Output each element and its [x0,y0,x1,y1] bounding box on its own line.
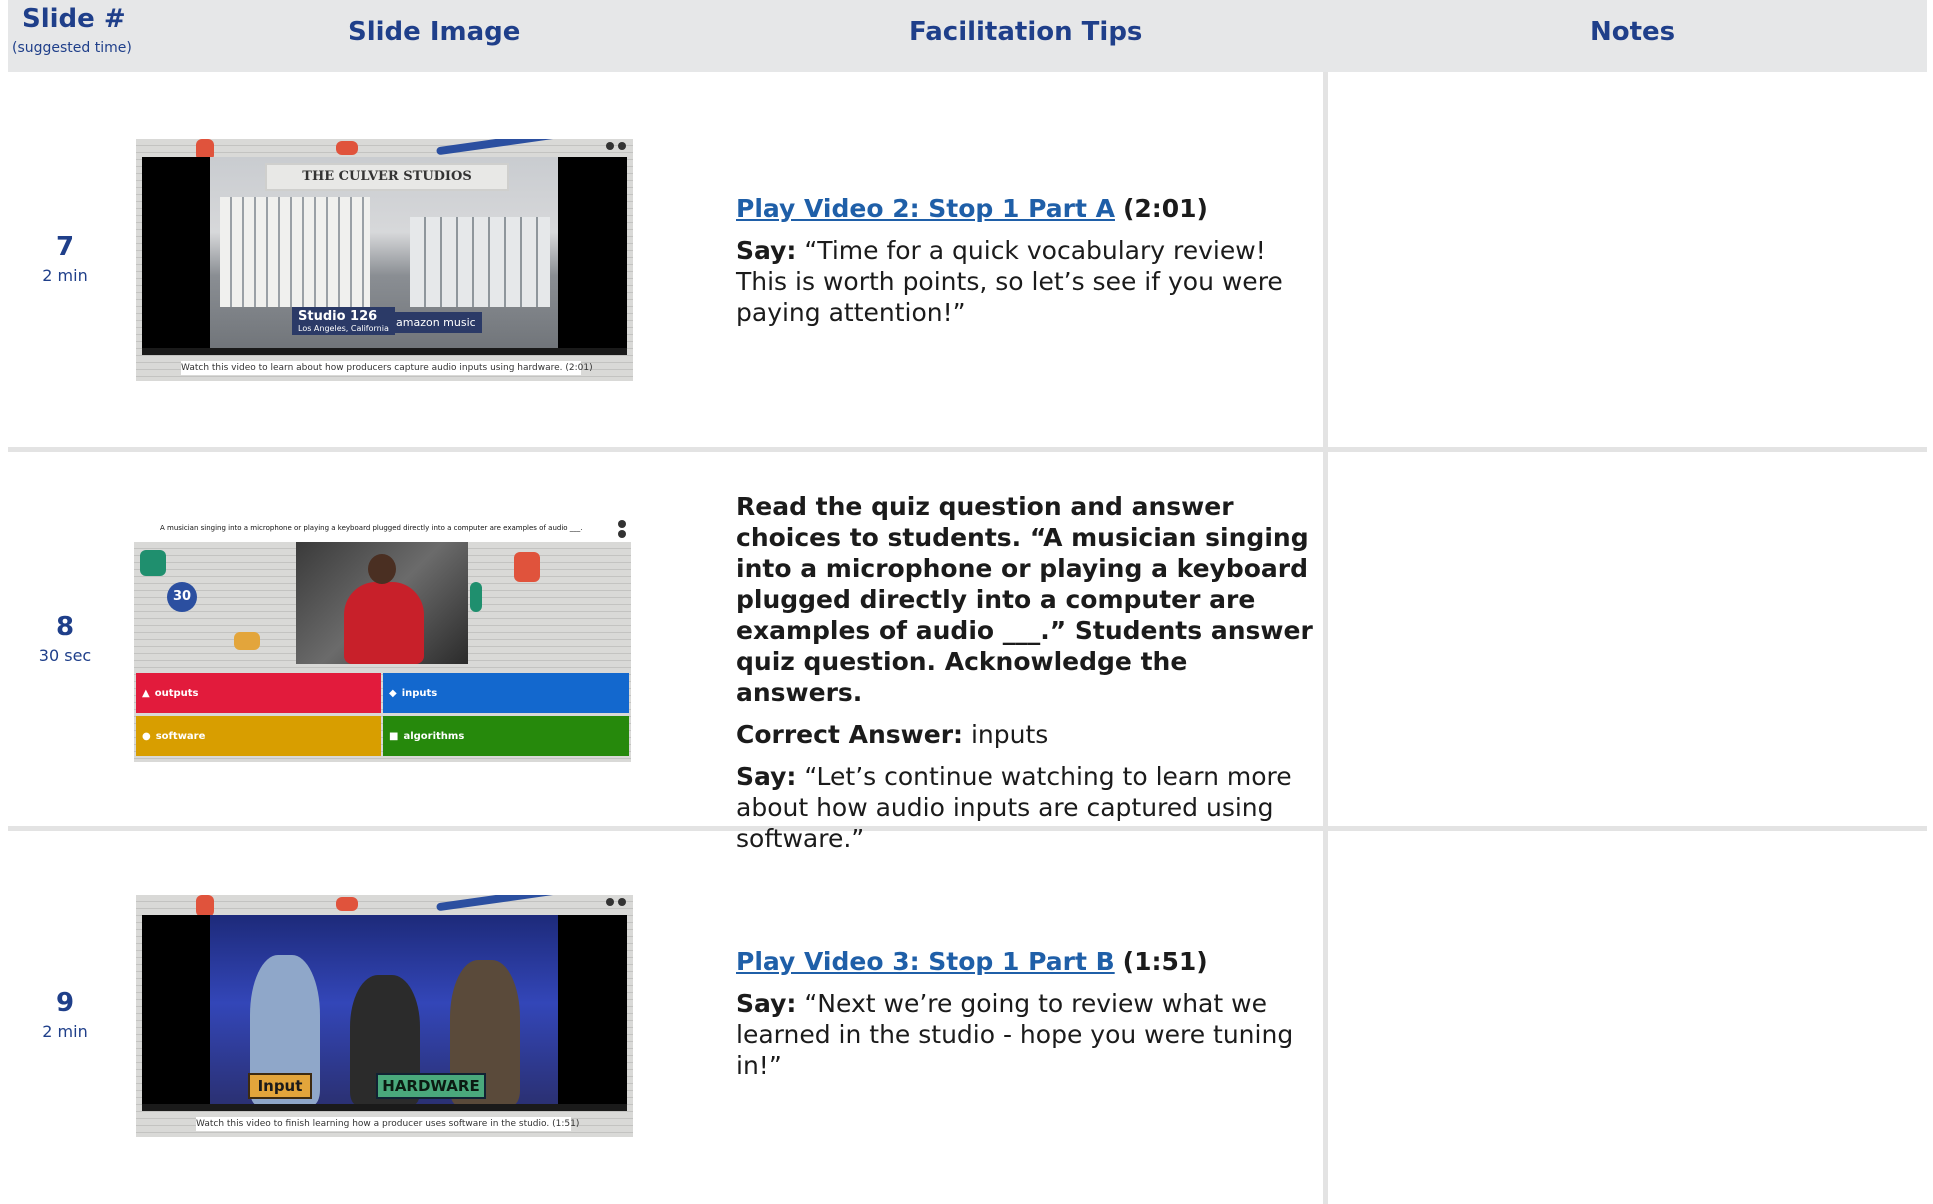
row-7-tips: Play Video 2: Stop 1 Part A (2:01) Say: … [736,193,1316,339]
decor-shape [336,141,358,155]
settings-icon[interactable] [606,898,614,906]
video-controls-bar[interactable] [142,1104,627,1111]
slide-image-header: Slide Image [348,17,521,47]
answer-label: inputs [401,687,438,699]
location-lower-third: Studio 126 Los Angeles, California [292,307,395,335]
say-text: “Time for a quick vocabulary review! Thi… [736,236,1283,327]
row-divider [8,447,1927,452]
slide-7-thumbnail[interactable]: THE CULVER STUDIOS Studio 126 Los Angele… [136,139,633,381]
fullscreen-icon[interactable] [618,142,626,150]
diamond-icon: ◆ [389,687,397,699]
answer-option-software[interactable]: ● software [136,716,381,756]
video-caption: Watch this video to finish learning how … [196,1117,580,1131]
singer-photo [296,542,468,664]
studio-scene: THE CULVER STUDIOS Studio 126 Los Angele… [210,157,558,355]
singer-head [368,554,396,584]
notes-cell-row-9[interactable] [1330,832,1927,1202]
row-8-tips: Read the quiz question and answer choice… [736,491,1316,865]
amazon-music-logo: amazon music [390,312,482,333]
slide-number: 9 [55,988,75,1018]
decor-shape [234,632,260,650]
say-label: Say: [736,762,797,791]
hardware-tag: HARDWARE [376,1073,486,1099]
square-icon: ■ [389,730,399,742]
video-caption: Watch this video to learn about how prod… [181,361,593,375]
say-text: “Let’s continue watching to learn more a… [736,762,1292,853]
video-duration: (1:51) [1122,947,1208,976]
correct-answer-text: inputs [970,720,1049,749]
quiz-instruction: Read the quiz question and answer choice… [736,492,1313,707]
slide-8-thumbnail[interactable]: A musician singing into a microphone or … [132,518,631,762]
say-label: Say: [736,236,797,265]
notes-header: Notes [1590,17,1676,47]
correct-answer-label: Correct Answer: [736,720,964,749]
singer-figure [344,582,424,664]
video-player[interactable]: THE CULVER STUDIOS Studio 126 Los Angele… [142,157,627,355]
play-video-3-link[interactable]: Play Video 3: Stop 1 Part B [736,947,1115,976]
circle-icon: ● [142,730,151,742]
say-text: “Next we’re going to review what we lear… [736,989,1294,1080]
slide-number: 8 [55,612,75,642]
menu-icon[interactable] [618,530,626,538]
decor-shape [470,582,482,612]
input-tag: Input [248,1073,312,1099]
video-controls-bar[interactable] [142,348,627,355]
answer-label: algorithms [403,730,465,742]
studio-hosts-scene: Input HARDWARE [210,915,558,1111]
location-title: Studio 126 [298,309,378,324]
notes-cell-row-7[interactable] [1330,74,1927,446]
studio-arch-sign: THE CULVER STUDIOS [265,163,509,191]
decor-shape [196,895,214,917]
slide-9-thumbnail[interactable]: Input HARDWARE Watch this video to finis… [136,895,633,1137]
decor-shape [140,550,166,576]
decor-shape [436,895,556,912]
slide-number-header: Slide # [22,4,126,34]
decor-shape [336,897,358,911]
answer-label: outputs [154,687,199,699]
column-divider [1323,72,1328,1204]
row-9-tips: Play Video 3: Stop 1 Part B (1:51) Say: … [736,946,1316,1092]
fullscreen-icon[interactable] [618,898,626,906]
slide-duration: 2 min [42,266,88,285]
answer-label: software [155,730,206,742]
video-player[interactable]: Input HARDWARE [142,915,627,1111]
slide-duration: 2 min [42,1022,88,1041]
say-label: Say: [736,989,797,1018]
slide-duration: 30 sec [38,646,92,665]
answer-option-algorithms[interactable]: ■ algorithms [383,716,629,756]
building [220,197,370,307]
quiz-question: A musician singing into a microphone or … [160,524,583,532]
video-duration: (2:01) [1122,194,1208,223]
suggested-time-subheader: (suggested time) [12,40,132,56]
location-subtitle: Los Angeles, California [298,324,389,333]
slide-number: 7 [55,232,75,262]
building [410,217,550,307]
decor-shape [514,552,540,582]
play-video-2-link[interactable]: Play Video 2: Stop 1 Part A [736,194,1115,223]
facilitation-tips-header: Facilitation Tips [909,17,1143,47]
notes-cell-row-8[interactable] [1330,453,1927,825]
menu-icon[interactable] [618,520,626,528]
triangle-icon: ▲ [142,687,150,699]
decor-shape [436,139,556,156]
answer-option-outputs[interactable]: ▲ outputs [136,673,381,713]
quiz-timer: 30 [167,582,197,612]
answer-option-inputs[interactable]: ◆ inputs [383,673,629,713]
settings-icon[interactable] [606,142,614,150]
